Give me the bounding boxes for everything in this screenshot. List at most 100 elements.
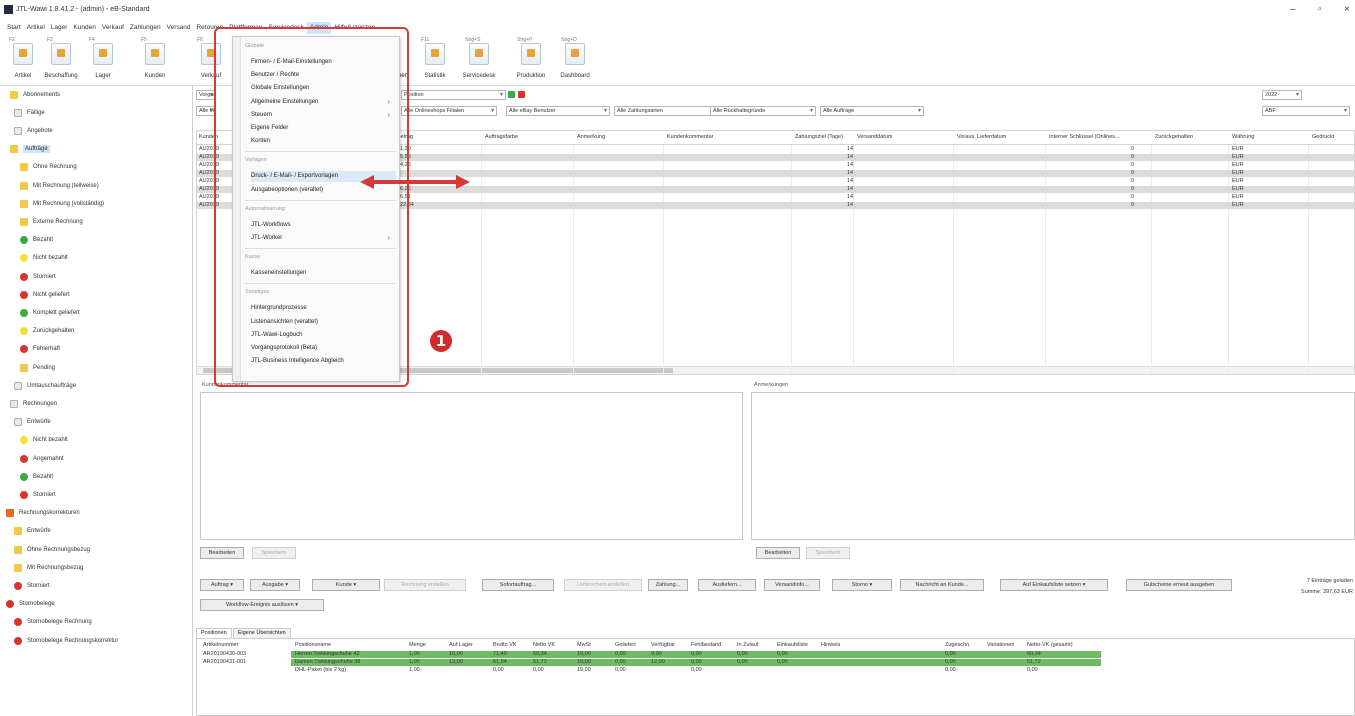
onlineshop-filter[interactable]: Alle Onlineshops Filialen xyxy=(401,106,497,116)
sidebar-item[interactable]: Entwürfe xyxy=(14,525,51,538)
action-button[interactable]: Auf Einkaufsliste setzen xyxy=(1000,579,1108,591)
menu-kunden[interactable]: Kunden xyxy=(70,22,98,34)
company-filter[interactable]: Alle Firmen xyxy=(196,106,216,116)
column-header[interactable]: Variationen xyxy=(987,642,1014,649)
action-button[interactable]: Kunde xyxy=(312,579,380,591)
column-header[interactable]: Währung xyxy=(1232,134,1254,140)
action-button[interactable]: Sofortauftrag... xyxy=(482,579,554,591)
sidebar-item[interactable]: Entwürfe xyxy=(14,416,51,429)
table-row[interactable]: AR20190430-003 Herren Trekkingschuhe 42 1,… xyxy=(197,651,1354,658)
menu-item[interactable]: Vorgangsprotokoll (Beta) xyxy=(251,343,396,354)
sidebar-item[interactable]: Rechnungen xyxy=(10,397,57,410)
payment-type-filter[interactable]: Alle Zahlungsarten xyxy=(614,106,718,116)
menu-zahlungen[interactable]: Zahlungen xyxy=(127,22,164,34)
column-header[interactable]: Netto VK xyxy=(533,642,555,649)
maximize-button[interactable]: ▫ xyxy=(1318,4,1322,15)
sidebar-item[interactable]: Nicht bezahlt xyxy=(20,434,68,447)
sidebar-item[interactable]: Bezahlt xyxy=(20,234,53,247)
sidebar-item[interactable]: Angebote xyxy=(14,124,53,137)
column-header[interactable]: Fehlbestand xyxy=(691,642,721,649)
customer-comment-textarea[interactable] xyxy=(200,392,743,540)
action-button[interactable]: Lieferschein erstellen xyxy=(564,579,642,591)
ribbon-beschaffung-button[interactable]: F3 Beschaffung xyxy=(44,37,78,85)
ribbon-lager-button[interactable]: F4 Lager xyxy=(86,37,120,85)
column-header[interactable]: Artikelnummer xyxy=(203,642,238,649)
sidebar-item[interactable]: Aufträge xyxy=(10,143,50,156)
menu-item[interactable]: Firmen- / E-Mail-Einstellungen xyxy=(251,57,396,68)
action-button[interactable]: Auftrag xyxy=(200,579,244,591)
ribbon-kunden-button[interactable]: F5 Kunden xyxy=(138,37,172,85)
column-header[interactable]: Versanddatum xyxy=(857,134,892,140)
menu-item[interactable]: Hintergrundprozesse xyxy=(251,303,396,314)
sidebar-item[interactable]: Angemahnt xyxy=(20,452,64,465)
sidebar-item[interactable]: Fehlerhaft xyxy=(20,343,60,356)
sidebar-item[interactable]: Storniert xyxy=(14,579,50,592)
action-button[interactable]: Gutscheine erneut ausgeben xyxy=(1126,579,1232,591)
sidebar-item[interactable]: Ohne Rechnungsbezug xyxy=(14,543,90,556)
table-row[interactable]: DHL-Paket (bis 2 kg) 1,00 0,00 0,00 19,00 0,0… xyxy=(197,667,1354,674)
column-header[interactable]: Zahlungsziel (Tage) xyxy=(795,134,843,140)
ebay-user-filter[interactable]: Alle eBay Benutzer xyxy=(506,106,610,116)
tab-positionen[interactable]: Positionen xyxy=(196,628,232,638)
table-row[interactable]: AR20190431-001 Damen Trekkingschuhe 38 1,0… xyxy=(197,659,1354,666)
sidebar-item[interactable]: Nicht geliefert xyxy=(20,288,70,301)
menu-item[interactable]: Eigene Felder xyxy=(251,123,396,134)
column-header[interactable]: Voraus. Lieferdatum xyxy=(957,134,1006,140)
menu-item[interactable]: Kasseneinstellungen xyxy=(251,268,396,279)
menu-admin[interactable]: Admin xyxy=(306,22,332,34)
action-button[interactable]: Storno xyxy=(832,579,892,591)
menu-item[interactable]: JTL-Business Intelligence Abgleich xyxy=(251,356,396,367)
column-header[interactable]: Auf Lager xyxy=(449,642,473,649)
tab-eigene-uebersichten[interactable]: Eigene Übersichten xyxy=(232,628,291,638)
menu-lager[interactable]: Lager xyxy=(48,22,71,34)
order-filter[interactable]: Alle Aufträge xyxy=(820,106,924,116)
column-header[interactable]: Geliefert xyxy=(615,642,636,649)
column-header[interactable]: Kunden xyxy=(199,134,218,140)
menu-hilfe[interactable]: Hilfe/Lizenzen xyxy=(331,22,378,34)
sidebar-item[interactable]: Bezahlt xyxy=(20,470,53,483)
column-header[interactable]: Auftragsfarbe xyxy=(485,134,518,140)
column-header[interactable]: Interner Schlüssel (Onlines... xyxy=(1049,134,1120,140)
menu-item[interactable]: JTL-Worker xyxy=(251,233,396,244)
column-header[interactable]: MwSt xyxy=(577,642,591,649)
clear-filter-icon[interactable] xyxy=(518,91,525,98)
sidebar-item[interactable]: Zurückgehalten xyxy=(20,325,74,338)
menu-item[interactable]: Steuern xyxy=(251,110,396,121)
save-notes-button[interactable]: Speichern xyxy=(806,547,850,559)
column-header[interactable]: Verfügbar xyxy=(651,642,675,649)
action-button[interactable]: Ausgabe xyxy=(250,579,300,591)
menu-versand[interactable]: Versand xyxy=(164,22,194,34)
sidebar-item[interactable]: Stornobelege Rechnungskorrektur xyxy=(14,634,118,647)
menu-item[interactable]: JTL-Workflows xyxy=(251,220,396,231)
sidebar-item[interactable]: Ohne Rechnung xyxy=(20,161,77,174)
sidebar-item[interactable]: Mit Rechnungsbezug xyxy=(14,561,83,574)
menu-item[interactable]: JTL-Wawi-Logbuch xyxy=(251,330,396,341)
menu-item[interactable]: Konten xyxy=(251,136,396,147)
menu-plattformen[interactable]: Plattformen xyxy=(226,22,265,34)
ribbon-produktion-button[interactable]: Strg+P Produktion xyxy=(514,37,548,85)
column-header[interactable]: Anmerkung xyxy=(577,134,605,140)
sidebar-item[interactable]: Pending xyxy=(20,361,55,374)
edit-comment-button[interactable]: Bearbeiten xyxy=(200,547,244,559)
column-header[interactable]: Gedruckt xyxy=(1312,134,1334,140)
sidebar-item[interactable]: Umtauschaufträge xyxy=(14,379,76,392)
search-input[interactable]: Vorgang xyxy=(196,90,216,100)
close-button[interactable]: × xyxy=(1344,4,1350,15)
menu-item[interactable]: Listenansichten (veraltet) xyxy=(251,317,396,328)
notes-textarea[interactable] xyxy=(751,392,1355,540)
sidebar-item[interactable]: Mit Rechnung (teilweise) xyxy=(20,179,99,192)
workflow-trigger-button[interactable]: Workflow-Ereignis auslösen xyxy=(200,599,324,611)
action-button[interactable]: Zahlung... xyxy=(648,579,688,591)
hold-reason-filter[interactable]: Alle Rückhaltegründe xyxy=(710,106,816,116)
menu-verkauf[interactable]: Verkauf xyxy=(99,22,127,34)
column-header[interactable]: In Zulauf xyxy=(737,642,758,649)
column-header[interactable]: Einkaufsliste xyxy=(777,642,808,649)
column-header[interactable]: Zugeschn. xyxy=(945,642,971,649)
sidebar-item[interactable]: Stornobelege Rechnung xyxy=(14,616,92,629)
menu-artikel[interactable]: Artikel xyxy=(24,22,48,34)
sidebar-item[interactable]: Externe Rechnung xyxy=(20,215,83,228)
column-header[interactable]: Kundenkommentar xyxy=(667,134,713,140)
action-button[interactable]: Nachricht an Kunde... xyxy=(900,579,984,591)
menu-item[interactable]: Benutzer / Rechte xyxy=(251,70,396,81)
ribbon-artikel-button[interactable]: F2 Artikel xyxy=(6,37,40,85)
